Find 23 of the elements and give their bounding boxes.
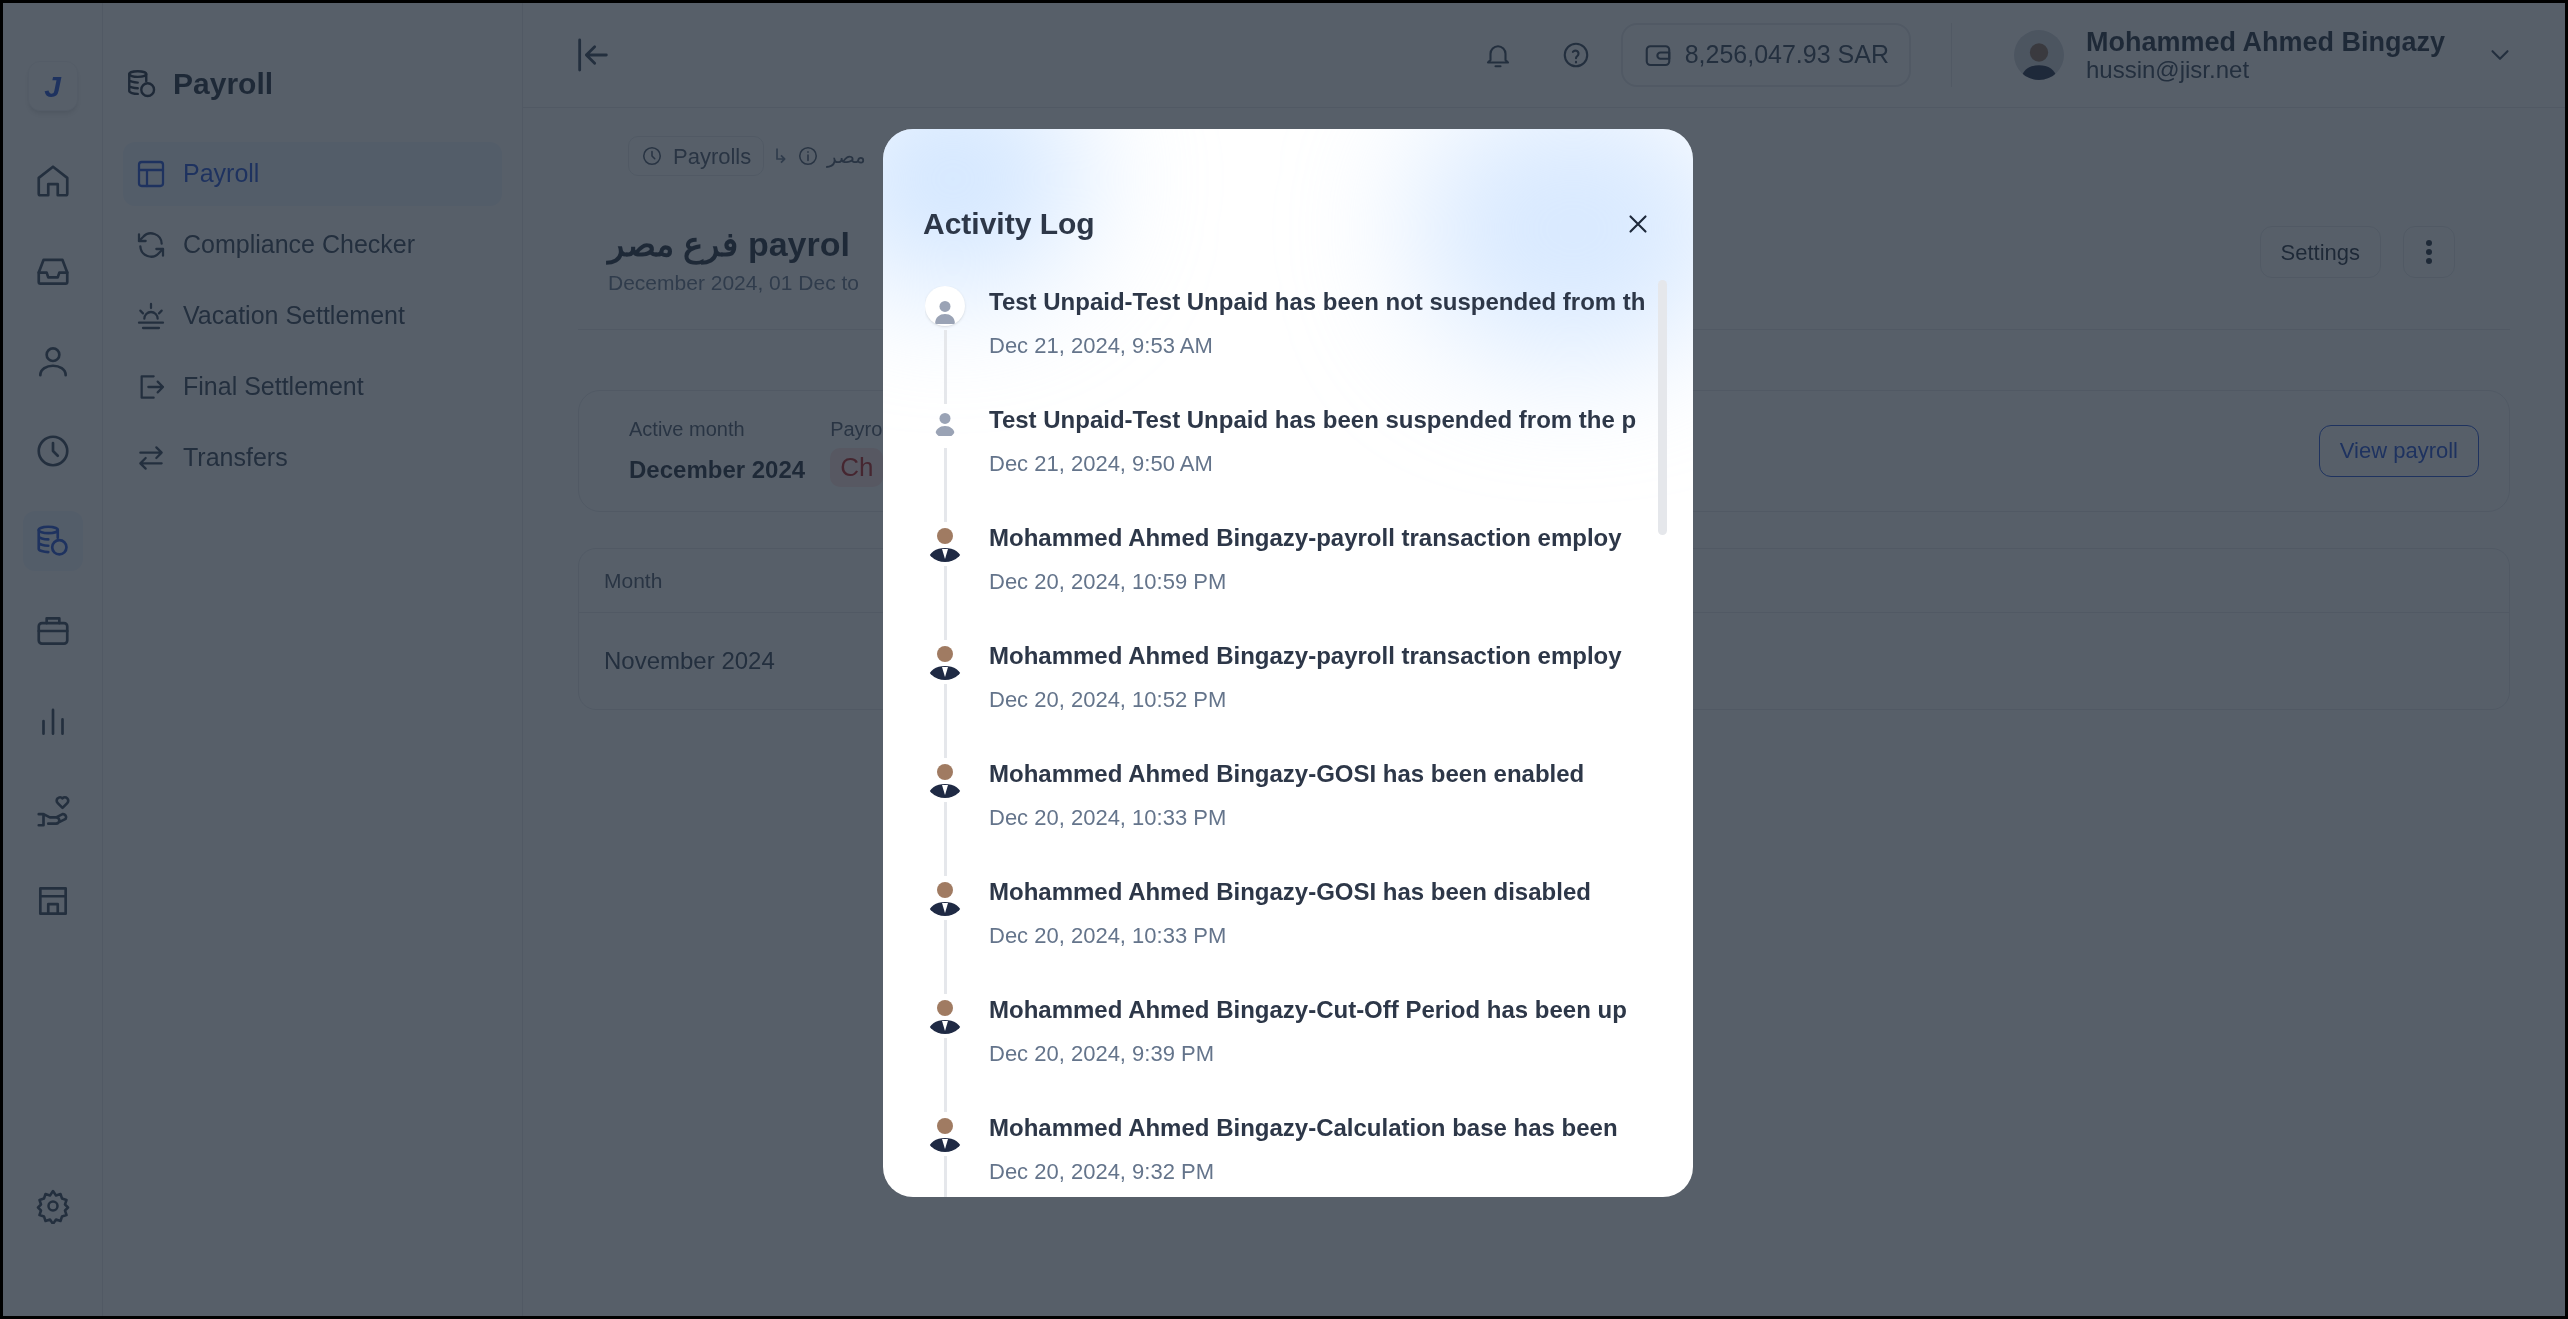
breadcrumb-separator: ↳: [772, 144, 790, 169]
activity-time: Dec 20, 2024, 10:59 PM: [989, 568, 1228, 597]
activity-time: Dec 20, 2024, 9:32 PM: [989, 1158, 1216, 1187]
field-value: December 2024: [629, 454, 806, 485]
sidebar-title: Payroll: [173, 66, 274, 102]
activity-text: Test Unpaid-Test Unpaid has been not suspended from th: [989, 287, 1646, 317]
activity-time: Dec 20, 2024, 10:33 PM: [989, 804, 1228, 833]
user-name: Mohammed Ahmed Bingazy: [2085, 28, 2445, 57]
activity-text: Mohammed Ahmed Bingazy-payroll transaction employ: [989, 641, 1622, 671]
activity-time: Dec 20, 2024, 10:33 PM: [989, 922, 1228, 951]
activity-text: Mohammed Ahmed Bingazy-GOSI has been enabled: [989, 759, 1585, 789]
activity-text: Mohammed Ahmed Bingazy-GOSI has been disabled: [989, 877, 1591, 907]
activity-time: Dec 21, 2024, 9:50 AM: [989, 450, 1214, 479]
activity-text: Mohammed Ahmed Bingazy-Calculation base has been: [989, 1113, 1618, 1143]
activity-text: Test Unpaid-Test Unpaid has been suspended from the p: [989, 405, 1637, 435]
activity-time: Dec 21, 2024, 9:53 AM: [989, 332, 1214, 361]
scrollbar[interactable]: [1658, 280, 1667, 535]
activity-time: Dec 20, 2024, 9:39 PM: [989, 1040, 1216, 1069]
activity-text: Mohammed Ahmed Bingazy-Cut-Off Period has been up: [989, 995, 1627, 1025]
activity-time: Dec 20, 2024, 10:52 PM: [989, 686, 1228, 715]
dialog-title: Activity Log: [923, 206, 1095, 242]
page-title: فرع مصر payrol: [608, 226, 850, 264]
activity-text: Mohammed Ahmed Bingazy-payroll transaction employ: [989, 523, 1622, 553]
